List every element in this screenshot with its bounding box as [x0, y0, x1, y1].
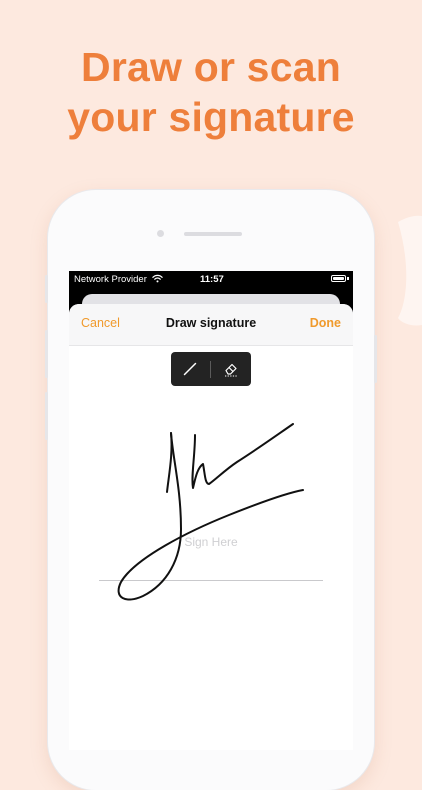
done-button[interactable]: Done [310, 316, 341, 330]
draw-signature-sheet: Cancel Draw signature Done Sign Here [69, 304, 353, 750]
navigation-bar: Cancel Draw signature Done [69, 304, 353, 346]
signature-canvas[interactable] [69, 364, 353, 664]
phone-screen: Network Provider 11:57 Cancel Draw signa… [69, 271, 353, 750]
headline-line-1: Draw or scan [81, 44, 341, 90]
signature-stroke-main [117, 432, 304, 601]
headline: Draw or scan your signature [0, 42, 422, 142]
headline-line-2: your signature [67, 94, 355, 140]
status-time: 11:57 [200, 274, 224, 285]
phone-power-button [374, 335, 377, 383]
phone-volume-down-button [45, 392, 48, 440]
signature-stroke-hook [166, 432, 173, 493]
battery-tip [347, 277, 349, 280]
earpiece-speaker [184, 232, 242, 236]
network-provider: Network Provider [74, 274, 147, 285]
signature-stroke-flourish [191, 423, 294, 489]
phone-side-button [45, 275, 48, 303]
wifi-icon [152, 274, 163, 283]
phone-volume-up-button [45, 330, 48, 378]
front-camera [157, 230, 164, 237]
battery-icon [331, 275, 346, 282]
status-bar: Network Provider 11:57 [69, 271, 353, 288]
